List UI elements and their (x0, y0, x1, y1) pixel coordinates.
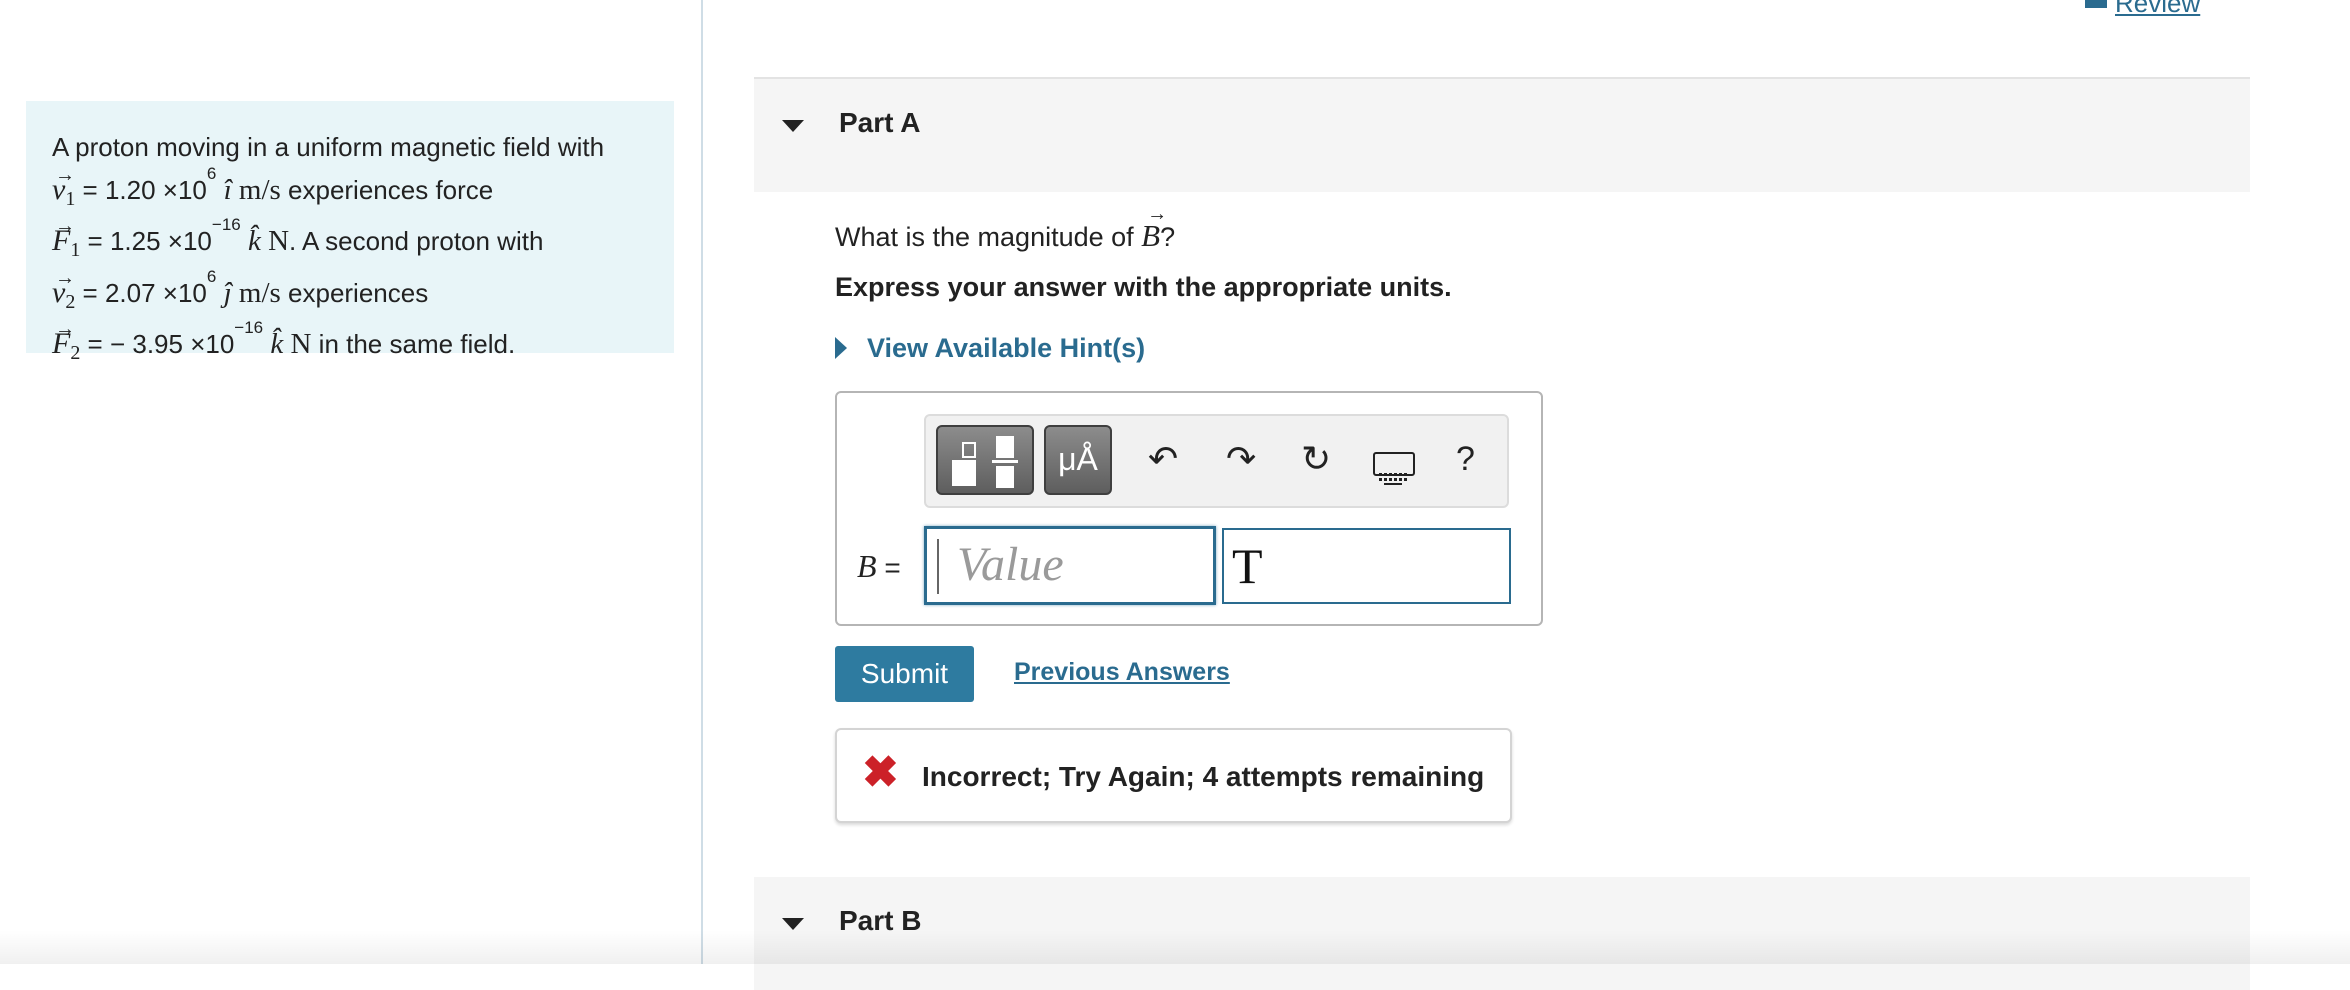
math-toolbar: μÅ ↶ ↷ ↻ ? (924, 414, 1509, 508)
v2-direction: ĵ (223, 276, 232, 309)
feedback-message: Incorrect; Try Again; 4 attempts remaini… (922, 761, 1485, 792)
problem-statement: A proton moving in a uniform magnetic fi… (26, 101, 674, 364)
v1-exponent: 6 (206, 163, 217, 183)
part-a-header[interactable]: Part A (754, 79, 2250, 192)
problem-line-4: → v2 = 2.07 ×106 ĵ m/s experiences (52, 267, 648, 324)
f2-symbol: → F2 (52, 318, 81, 364)
template-top-box-icon (996, 436, 1014, 458)
v1-unit: m/s (238, 173, 281, 206)
answer-box: μÅ ↶ ↷ ↻ ? B = Value T (835, 391, 1543, 626)
equals-sign: = (876, 552, 901, 583)
template-fraction-bar-icon (992, 460, 1018, 463)
v1-value: = 1.20 ×10 (75, 174, 207, 205)
f1-exponent: −16 (211, 215, 241, 234)
collapse-caret-icon[interactable] (782, 120, 804, 132)
problem-line-3: → F1 = 1.25 ×10−16 k̂ N. A second proton … (52, 215, 648, 272)
problem-text-intro: A proton moving in a uniform magnetic fi… (52, 132, 605, 162)
units-button[interactable]: μÅ (1044, 425, 1112, 495)
undo-icon[interactable]: ↶ (1148, 436, 1178, 482)
b-vector-symbol: → B (1141, 203, 1168, 253)
unit-input[interactable]: T (1222, 528, 1511, 604)
value-placeholder: Value (957, 538, 1064, 591)
incorrect-x-icon: ✖ (862, 748, 899, 797)
f2-value: = − 3.95 ×10 (80, 329, 235, 359)
question-suffix: ? (1160, 222, 1176, 252)
collapse-caret-icon[interactable] (782, 918, 804, 930)
f1-unit: N (268, 225, 290, 257)
value-input[interactable]: Value (924, 526, 1216, 605)
answer-variable-symbol: B (857, 548, 877, 584)
template-bottom-box-icon (996, 466, 1014, 488)
feedback-box: ✖ Incorrect; Try Again; 4 attempts remai… (835, 728, 1512, 823)
view-hints-label: View Available Hint(s) (867, 333, 1146, 363)
templates-button[interactable] (936, 425, 1034, 495)
keyboard-keys-icon (1379, 473, 1407, 485)
previous-answers-link[interactable]: Previous Answers (1014, 658, 1230, 687)
f2-exponent: −16 (234, 318, 264, 337)
instruction-text: Express your answer with the appropriate… (835, 272, 1452, 302)
v1-direction: î (223, 173, 232, 206)
v1-tail: experiences force (280, 174, 494, 205)
keyboard-icon[interactable] (1373, 452, 1415, 485)
submit-button[interactable]: Submit (835, 646, 974, 702)
v2-tail: experiences (280, 277, 429, 308)
review-link[interactable]: Review (2085, 0, 2200, 19)
bottom-shadow (0, 930, 2350, 964)
v2-exponent: 6 (206, 266, 217, 286)
v2-value: = 2.07 ×10 (75, 277, 207, 308)
reset-icon[interactable]: ↻ (1301, 436, 1331, 482)
text-cursor (937, 539, 939, 594)
f1-tail: . A second proton with (289, 226, 544, 256)
redo-icon[interactable]: ↷ (1226, 436, 1256, 482)
problem-line-1: A proton moving in a uniform magnetic fi… (52, 127, 648, 169)
f1-value: = 1.25 ×10 (80, 226, 212, 256)
problem-line-2: → v1 = 1.20 ×106 î m/s experiences force (52, 164, 648, 221)
question-prefix: What is the magnitude of (835, 222, 1142, 252)
template-small-box-icon (962, 442, 976, 458)
f2-unit: N (290, 328, 312, 360)
book-icon (2085, 0, 2107, 8)
help-icon[interactable]: ? (1456, 436, 1475, 482)
v2-unit: m/s (238, 276, 281, 309)
panel-divider (701, 0, 703, 964)
view-hints-toggle[interactable]: View Available Hint(s) (835, 333, 1145, 364)
f2-direction: k̂ (270, 328, 284, 360)
part-a-title: Part A (839, 107, 921, 138)
f1-direction: k̂ (247, 225, 261, 257)
review-link-label: Review (2115, 0, 2201, 18)
expand-triangle-icon (835, 337, 847, 359)
f2-tail: in the same field. (311, 329, 516, 359)
problem-line-5: → F2 = − 3.95 ×10−16 k̂ N in the same fie… (52, 318, 648, 375)
answer-variable-label: B = (857, 548, 901, 585)
question-text: What is the magnitude of → B? (835, 203, 1176, 254)
template-box-icon (952, 460, 976, 486)
